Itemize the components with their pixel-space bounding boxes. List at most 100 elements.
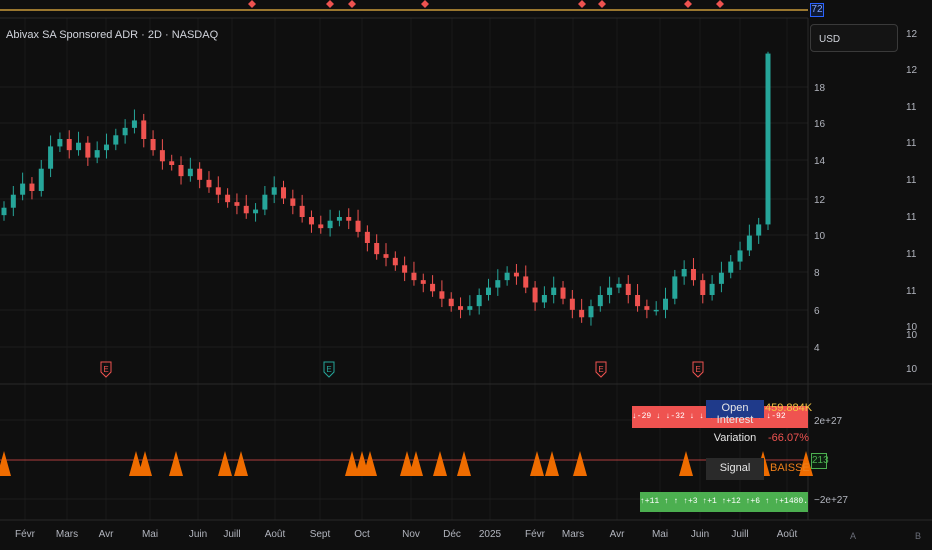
candle-body bbox=[327, 220, 333, 229]
price-tick: 6 bbox=[814, 306, 820, 317]
price-tick: 18 bbox=[814, 83, 826, 94]
candle-body bbox=[131, 120, 137, 128]
nav-button-b[interactable]: B bbox=[915, 531, 921, 541]
time-tick: Juill bbox=[223, 529, 240, 540]
secondary-price-tick: 11 bbox=[906, 138, 917, 149]
secondary-price-tick: 11 bbox=[906, 249, 917, 260]
time-tick: Mai bbox=[652, 529, 668, 540]
secondary-price-tick: 10 bbox=[906, 364, 918, 375]
candle-body bbox=[513, 272, 519, 277]
candle-body bbox=[625, 283, 631, 295]
candle-body bbox=[467, 306, 473, 310]
candle-body bbox=[579, 309, 585, 318]
candle-body bbox=[346, 217, 352, 221]
candle-body bbox=[262, 194, 268, 210]
candle-body bbox=[635, 295, 641, 307]
secondary-price-tick: 11 bbox=[906, 286, 917, 297]
signal-triangle bbox=[234, 451, 248, 476]
currency-selector[interactable]: USD bbox=[810, 24, 898, 52]
earnings-marker-label: E bbox=[326, 365, 331, 374]
candle-body bbox=[159, 150, 165, 162]
candle-body bbox=[392, 257, 398, 266]
candle-body bbox=[308, 217, 314, 225]
candle-body bbox=[597, 295, 603, 307]
candle-body bbox=[206, 179, 212, 188]
earnings-markers[interactable]: E E E E bbox=[100, 361, 704, 378]
candle-body bbox=[141, 120, 147, 139]
time-tick: Mai bbox=[142, 529, 158, 540]
candlestick-series bbox=[1, 51, 771, 326]
variation-label: Variation bbox=[713, 432, 757, 444]
time-tick: Sept bbox=[310, 529, 331, 540]
top-diamonds bbox=[248, 0, 724, 8]
candle-body bbox=[225, 194, 231, 203]
candle-body bbox=[299, 205, 305, 217]
signal-triangles bbox=[0, 451, 813, 476]
price-tick: 16 bbox=[814, 119, 826, 130]
candle-body bbox=[85, 142, 91, 158]
signal-triangle bbox=[573, 451, 587, 476]
price-grid bbox=[0, 86, 808, 348]
candle-body bbox=[653, 309, 659, 312]
candle-body bbox=[681, 269, 687, 277]
candle-body bbox=[439, 291, 445, 299]
time-tick: Févr bbox=[15, 529, 36, 540]
candle-body bbox=[690, 269, 696, 281]
candle-body bbox=[318, 224, 324, 229]
signal-triangle bbox=[0, 451, 11, 476]
candle-body bbox=[765, 53, 771, 225]
time-tick: Nov bbox=[402, 529, 420, 540]
candle-body bbox=[448, 298, 454, 307]
candle-body bbox=[616, 283, 622, 288]
candle-body bbox=[663, 298, 669, 310]
price-tick: 14 bbox=[814, 156, 826, 167]
candle-body bbox=[234, 202, 240, 206]
candle-body bbox=[178, 165, 184, 177]
signal-triangle bbox=[545, 451, 559, 476]
secondary-price-tick: 11 bbox=[906, 175, 917, 186]
candle-body bbox=[20, 183, 26, 195]
candle-body bbox=[374, 243, 380, 255]
nav-button-a[interactable]: A bbox=[850, 531, 856, 541]
candle-body bbox=[10, 194, 16, 208]
candle-body bbox=[476, 295, 482, 307]
secondary-price-tick: 12 bbox=[906, 65, 918, 76]
candle-body bbox=[718, 272, 724, 284]
candle-body bbox=[103, 144, 109, 151]
candle-body bbox=[271, 187, 277, 195]
time-tick: Mars bbox=[56, 529, 78, 540]
candle-body bbox=[402, 265, 408, 273]
time-tick: Mars bbox=[562, 529, 584, 540]
time-tick: Déc bbox=[443, 529, 461, 540]
candle-body bbox=[569, 298, 575, 310]
candle-body bbox=[336, 217, 342, 221]
candle-body bbox=[430, 283, 436, 292]
candle-body bbox=[150, 139, 156, 151]
indicator-lower-value: −2e+27 bbox=[814, 495, 848, 506]
candle-body bbox=[197, 168, 203, 180]
candle-body bbox=[281, 187, 287, 199]
time-tick: Avr bbox=[610, 529, 625, 540]
candle-body bbox=[38, 168, 44, 191]
candle-body bbox=[541, 295, 547, 303]
candle-body bbox=[709, 283, 715, 295]
secondary-price-tick: 10 bbox=[906, 330, 918, 341]
time-tick: Juin bbox=[189, 529, 207, 540]
secondary-price-tick: 12 bbox=[906, 29, 918, 40]
candle-body bbox=[504, 272, 510, 281]
candle-body bbox=[187, 168, 193, 177]
candle-body bbox=[411, 272, 417, 281]
candle-body bbox=[728, 261, 734, 273]
signal-triangle bbox=[679, 451, 693, 476]
candle-body bbox=[607, 287, 613, 295]
candle-body bbox=[253, 209, 259, 214]
signal-triangle bbox=[169, 451, 183, 476]
candle-body bbox=[113, 135, 119, 145]
open-interest-value: 459.884K bbox=[765, 402, 813, 414]
time-tick: 2025 bbox=[479, 529, 502, 540]
secondary-price-tick: 11 bbox=[906, 102, 917, 113]
candle-body bbox=[383, 254, 389, 258]
candle-body bbox=[76, 142, 82, 151]
time-tick: Juin bbox=[691, 529, 709, 540]
candle-body bbox=[588, 306, 594, 318]
